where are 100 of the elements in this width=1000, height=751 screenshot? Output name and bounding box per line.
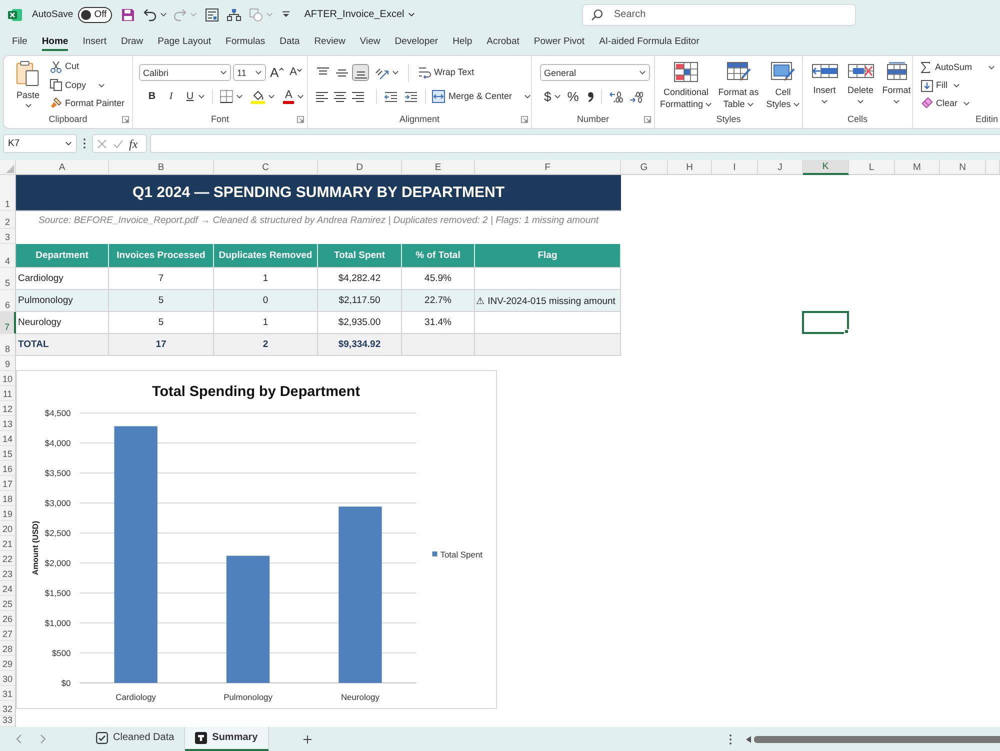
- fill-color-icon[interactable]: [251, 90, 265, 104]
- org-chart-icon[interactable]: [227, 8, 242, 22]
- row-header[interactable]: 4: [0, 244, 16, 268]
- ribbon-tab[interactable]: View: [360, 32, 380, 52]
- ribbon-tab[interactable]: Draw: [120, 32, 144, 52]
- dialog-launcher-icon[interactable]: [521, 116, 528, 122]
- cut-button[interactable]: Cut: [50, 58, 80, 76]
- row-header[interactable]: 33: [0, 716, 16, 727]
- ribbon-tab[interactable]: File: [12, 32, 28, 52]
- spreadsheet-app-icon[interactable]: [8, 8, 22, 22]
- bold-button[interactable]: B: [145, 92, 159, 102]
- italic-button[interactable]: I: [164, 92, 178, 102]
- row-header[interactable]: 20: [0, 521, 16, 536]
- cells-button[interactable]: Delete: [845, 62, 876, 104]
- wrap-text-button[interactable]: Wrap Text: [418, 63, 474, 82]
- checkmark-icon[interactable]: [113, 138, 123, 148]
- row-header[interactable]: 21: [0, 536, 16, 551]
- name-box[interactable]: K7: [3, 134, 77, 153]
- increase-decimal-icon[interactable]: [608, 90, 623, 104]
- ribbon-tab[interactable]: Home: [42, 32, 68, 52]
- styles-button[interactable]: Conditional Formatting: [659, 62, 713, 110]
- row-header[interactable]: 28: [0, 641, 16, 656]
- row-header[interactable]: 25: [0, 596, 16, 611]
- cells-button[interactable]: Insert: [809, 62, 840, 104]
- formula-input[interactable]: [150, 134, 1000, 153]
- fill-button[interactable]: Fill: [921, 77, 960, 94]
- bottom-align-button[interactable]: [352, 64, 369, 81]
- decrease-decimal-icon[interactable]: [628, 90, 643, 104]
- add-sheet-icon[interactable]: [302, 734, 312, 744]
- comma-style-icon[interactable]: [586, 91, 594, 102]
- column-header[interactable]: I: [712, 160, 758, 175]
- format-painter-button[interactable]: Format Painter: [50, 94, 125, 112]
- document-title[interactable]: AFTER_Invoice_Excel: [304, 10, 416, 20]
- shrink-font-button[interactable]: A: [290, 67, 302, 78]
- row-header[interactable]: 24: [0, 581, 16, 596]
- selected-cell-outline[interactable]: [802, 311, 849, 334]
- font-color-button[interactable]: A: [283, 90, 294, 104]
- caret-icon[interactable]: [160, 12, 168, 17]
- row-header[interactable]: 12: [0, 401, 16, 416]
- autosum-button[interactable]: AutoSum: [921, 58, 972, 77]
- scroll-left-icon[interactable]: [746, 736, 751, 742]
- column-header[interactable]: C: [214, 160, 318, 175]
- merge-center-button[interactable]: Merge & Center: [432, 87, 512, 106]
- paste-button[interactable]: Paste: [10, 58, 46, 112]
- ribbon-tab[interactable]: Help: [452, 32, 472, 52]
- clear-button[interactable]: Clear: [921, 94, 970, 112]
- scrollbar-thumb[interactable]: [754, 736, 1000, 742]
- row-header[interactable]: 14: [0, 431, 16, 446]
- row-header[interactable]: 9: [0, 356, 16, 371]
- row-header[interactable]: 30: [0, 671, 16, 686]
- autosave-toggle[interactable]: Off: [78, 6, 112, 22]
- row-header[interactable]: 15: [0, 446, 16, 461]
- caret-icon[interactable]: [198, 94, 205, 99]
- ribbon-tab[interactable]: Page Layout: [158, 32, 212, 52]
- row-header[interactable]: 13: [0, 416, 16, 431]
- row-header[interactable]: 22: [0, 551, 16, 566]
- ribbon-tab[interactable]: Review: [314, 32, 346, 52]
- font-size-dropdown[interactable]: 11: [233, 64, 266, 81]
- currency-format-button[interactable]: $: [544, 90, 552, 103]
- row-header[interactable]: 7: [0, 312, 16, 334]
- row-header[interactable]: 26: [0, 611, 16, 626]
- row-header[interactable]: 31: [0, 686, 16, 701]
- row-header[interactable]: 16: [0, 461, 16, 476]
- ribbon-tab[interactable]: Insert: [82, 32, 106, 52]
- ribbon-tab[interactable]: Acrobat: [486, 32, 520, 52]
- ribbon-tab[interactable]: Formulas: [226, 32, 266, 52]
- row-header[interactable]: 10: [0, 371, 16, 386]
- column-header[interactable]: D: [318, 160, 402, 175]
- increase-indent-icon[interactable]: [404, 90, 418, 104]
- text-angle-icon[interactable]: [375, 66, 389, 80]
- row-header[interactable]: 17: [0, 476, 16, 491]
- row-header[interactable]: 3: [0, 229, 16, 244]
- sheet-tab[interactable]: Summary: [185, 727, 269, 751]
- column-header[interactable]: F: [475, 160, 621, 175]
- font-name-dropdown[interactable]: Calibri: [139, 64, 231, 81]
- column-header[interactable]: L: [849, 160, 895, 175]
- styles-button[interactable]: Cell Styles: [764, 62, 802, 110]
- caret-icon[interactable]: [554, 94, 562, 99]
- caret-icon[interactable]: [524, 94, 531, 99]
- dialog-launcher-icon[interactable]: [644, 116, 651, 122]
- column-header[interactable]: G: [621, 160, 668, 175]
- row-header[interactable]: 8: [0, 334, 16, 356]
- dialog-launcher-icon[interactable]: [297, 116, 304, 122]
- row-header[interactable]: 27: [0, 626, 16, 641]
- cells-button[interactable]: Format: [881, 62, 912, 104]
- row-header[interactable]: 11: [0, 386, 16, 401]
- column-header[interactable]: N: [940, 160, 986, 175]
- row-header[interactable]: 6: [0, 290, 16, 312]
- column-header[interactable]: J: [758, 160, 803, 175]
- more-options-icon[interactable]: [728, 734, 732, 744]
- column-header[interactable]: A: [16, 160, 109, 175]
- caret-icon[interactable]: [392, 70, 399, 75]
- search-field[interactable]: Search: [582, 4, 856, 26]
- save-icon[interactable]: [121, 8, 136, 22]
- insert-function-button[interactable]: fx: [129, 138, 138, 150]
- column-header[interactable]: H: [668, 160, 712, 175]
- ribbon-tab[interactable]: Data: [280, 32, 300, 52]
- more-options-icon[interactable]: [83, 138, 86, 149]
- column-header[interactable]: K: [803, 160, 849, 175]
- percent-style-button[interactable]: %: [567, 90, 579, 103]
